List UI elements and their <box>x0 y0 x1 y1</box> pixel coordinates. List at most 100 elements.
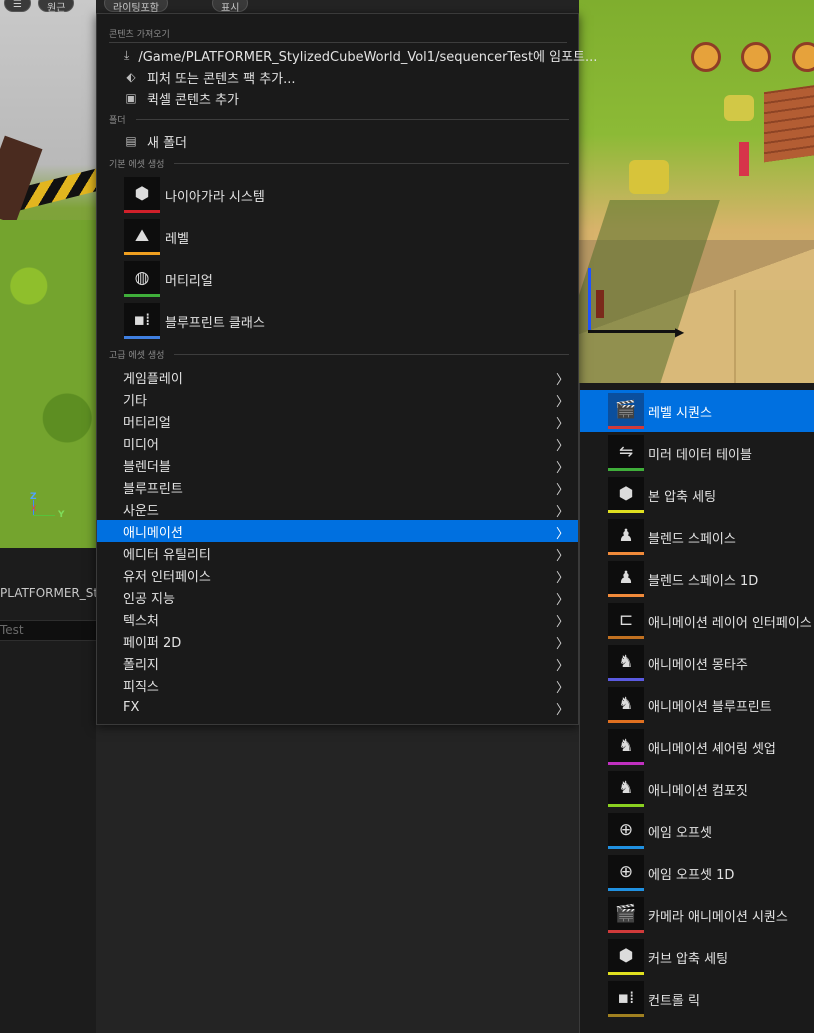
category-material[interactable]: 머티리얼 〉 <box>97 410 578 433</box>
anim-montage-icon: ♞ <box>608 645 644 681</box>
asset-item-label: 레벨 <box>165 231 189 247</box>
category-sound[interactable]: 사운드 〉 <box>97 498 578 521</box>
category-user-interface[interactable]: 유저 인터페이스 〉 <box>97 564 578 587</box>
section-header-advanced-asset: 고급 에셋 생성 <box>109 348 569 361</box>
asset-item-level-sequence[interactable]: 🎬 레벨 시퀀스 <box>580 390 814 432</box>
category-misc[interactable]: 기타 〉 <box>97 388 578 411</box>
blend-space-1d-icon: ♟ <box>608 561 644 597</box>
chevron-right-icon: 〉 <box>555 373 569 388</box>
blend-space-icon: ♟ <box>608 519 644 555</box>
lit-mode-button[interactable]: 라이팅포함 <box>104 0 168 14</box>
anim-layer-interface-icon: ⊏ <box>608 603 644 639</box>
chevron-right-icon: 〉 <box>555 571 569 586</box>
content-browser-context-menu: 콘텐츠 가져오기 ⤓ /Game/PLATFORMER_StylizedCube… <box>96 13 597 725</box>
category-ai[interactable]: 인공 지능 〉 <box>97 586 578 609</box>
bone-compression-icon: ⬢ <box>608 477 644 513</box>
chevron-right-icon: 〉 <box>555 417 569 432</box>
anim-sharing-icon: ♞ <box>608 729 644 765</box>
menu-item-add-feature-pack[interactable]: ⬖ 피처 또는 콘텐츠 팩 추가... <box>97 66 578 88</box>
chevron-right-icon: 〉 <box>555 615 569 630</box>
menu-item-label: 새 폴더 <box>147 135 188 151</box>
category-fx[interactable]: FX 〉 <box>97 696 578 719</box>
menu-item-label: 피처 또는 콘텐츠 팩 추가... <box>147 71 296 87</box>
axis-y-label: Y <box>58 510 65 520</box>
niagara-icon: ⬢ <box>124 177 160 213</box>
asset-item-anim-blueprint[interactable]: ♞ 애니메이션 블루프린트 <box>580 684 814 726</box>
camera-sequence-icon: 🎬 <box>608 897 644 933</box>
menu-item-add-quixel[interactable]: ▣ 퀵셀 콘텐츠 추가 <box>97 87 578 109</box>
chevron-right-icon: 〉 <box>555 505 569 520</box>
blueprint-icon: ▪⁞ <box>124 303 160 339</box>
asset-item-aim-offset-1d[interactable]: ⊕ 에임 오프셋 1D <box>580 852 814 894</box>
aim-offset-1d-icon: ⊕ <box>608 855 644 891</box>
perspective-button[interactable]: 원근 <box>38 0 75 14</box>
asset-item-niagara-system[interactable]: ⬢ 나이아가라 시스템 <box>97 175 578 215</box>
asset-item-level[interactable]: ⛰ 레벨 <box>97 217 578 257</box>
asset-item-material[interactable]: ◍ 머티리얼 <box>97 259 578 299</box>
category-editor-utility[interactable]: 에디터 유틸리티 〉 <box>97 542 578 565</box>
viewport-right[interactable]: ▶ <box>579 0 814 383</box>
asset-item-camera-anim-sequence[interactable]: 🎬 카메라 애니메이션 시퀀스 <box>580 894 814 936</box>
material-icon: ◍ <box>124 261 160 297</box>
coin-icon <box>741 42 771 72</box>
asset-item-label: 블루프린트 클래스 <box>165 315 265 331</box>
category-texture[interactable]: 텍스처 〉 <box>97 608 578 631</box>
scene-yellow-grass <box>629 160 669 194</box>
scene-grass <box>0 220 96 548</box>
asset-item-blend-space[interactable]: ♟ 블렌드 스페이스 <box>580 516 814 558</box>
category-media[interactable]: 미디어 〉 <box>97 432 578 455</box>
axis-x-label: X <box>31 504 37 513</box>
chevron-right-icon: 〉 <box>555 681 569 696</box>
section-header-import: 콘텐츠 가져오기 <box>109 30 170 40</box>
menu-item-label: /Game/PLATFORMER_StylizedCubeWorld_Vol1/… <box>138 49 598 65</box>
category-animation[interactable]: 애니메이션 〉 <box>97 520 578 542</box>
chevron-right-icon: 〉 <box>555 461 569 476</box>
anim-blueprint-icon: ♞ <box>608 687 644 723</box>
category-paper2d[interactable]: 페이퍼 2D 〉 <box>97 630 578 653</box>
section-header-folder: 폴더 <box>109 113 569 126</box>
coin-icon <box>792 42 814 72</box>
show-button[interactable]: 표시 <box>212 0 249 14</box>
curve-compression-icon: ⬢ <box>608 939 644 975</box>
scene-wall <box>734 290 814 383</box>
category-blendable[interactable]: 블렌더블 〉 <box>97 454 578 477</box>
asset-item-anim-layer-interface[interactable]: ⊏ 애니메이션 레이어 인터페이스 <box>580 600 814 642</box>
gizmo-actor <box>596 290 604 318</box>
clapperboard-icon: 🎬 <box>608 393 644 429</box>
category-foliage[interactable]: 폴리지 〉 <box>97 652 578 675</box>
category-physics[interactable]: 피직스 〉 <box>97 674 578 697</box>
menu-item-label: 퀵셀 콘텐츠 추가 <box>147 92 239 108</box>
viewport-menu-button[interactable]: ☰ <box>4 0 31 12</box>
category-blueprint[interactable]: 블루프린트 〉 <box>97 476 578 499</box>
asset-item-anim-composite[interactable]: ♞ 애니메이션 컴포짓 <box>580 768 814 810</box>
asset-item-aim-offset[interactable]: ⊕ 에임 오프셋 <box>580 810 814 852</box>
gizmo-arrow-icon: ▶ <box>675 325 685 339</box>
viewport-left[interactable]: Z Y X <box>0 0 96 548</box>
scene-post <box>0 135 43 225</box>
new-folder-icon: ▤ <box>125 134 137 148</box>
menu-item-new-folder[interactable]: ▤ 새 폴더 <box>97 130 578 152</box>
aim-offset-icon: ⊕ <box>608 813 644 849</box>
coin-icon <box>691 42 721 72</box>
gizmo-x-axis[interactable] <box>588 330 678 333</box>
menu-item-import[interactable]: ⤓ /Game/PLATFORMER_StylizedCubeWorld_Vol… <box>97 44 597 66</box>
chevron-right-icon: 〉 <box>555 395 569 410</box>
asset-item-bone-compression[interactable]: ⬢ 본 압축 세팅 <box>580 474 814 516</box>
mirror-table-icon: ⇋ <box>608 435 644 471</box>
asset-item-curve-compression[interactable]: ⬢ 커브 압축 세팅 <box>580 936 814 978</box>
asset-item-anim-sharing-setup[interactable]: ♞ 애니메이션 셰어링 셋업 <box>580 726 814 768</box>
section-header-basic-asset: 기본 에셋 생성 <box>109 157 569 170</box>
asset-item-anim-montage[interactable]: ♞ 애니메이션 몽타주 <box>580 642 814 684</box>
chevron-right-icon: 〉 <box>555 527 569 542</box>
chevron-right-icon: 〉 <box>555 483 569 498</box>
asset-item-mirror-data-table[interactable]: ⇋ 미러 데이터 테이블 <box>580 432 814 474</box>
asset-item-blueprint-class[interactable]: ▪⁞ 블루프린트 클래스 <box>97 301 578 341</box>
gizmo-z-axis[interactable] <box>588 268 591 330</box>
asset-item-blend-space-1d[interactable]: ♟ 블렌드 스페이스 1D <box>580 558 814 600</box>
animation-submenu: 🎬 레벨 시퀀스 ⇋ 미러 데이터 테이블 ⬢ 본 압축 세팅 ♟ 블렌드 스페… <box>579 383 814 1033</box>
asset-item-label: 머티리얼 <box>165 273 213 289</box>
asset-item-control-rig[interactable]: ▪⁞ 컨트롤 릭 <box>580 978 814 1020</box>
content-browser-path[interactable]: PLATFORMER_Sty <box>0 586 105 600</box>
category-gameplay[interactable]: 게임플레이 〉 <box>97 366 578 389</box>
content-browser-search-input[interactable]: Test <box>0 620 96 641</box>
